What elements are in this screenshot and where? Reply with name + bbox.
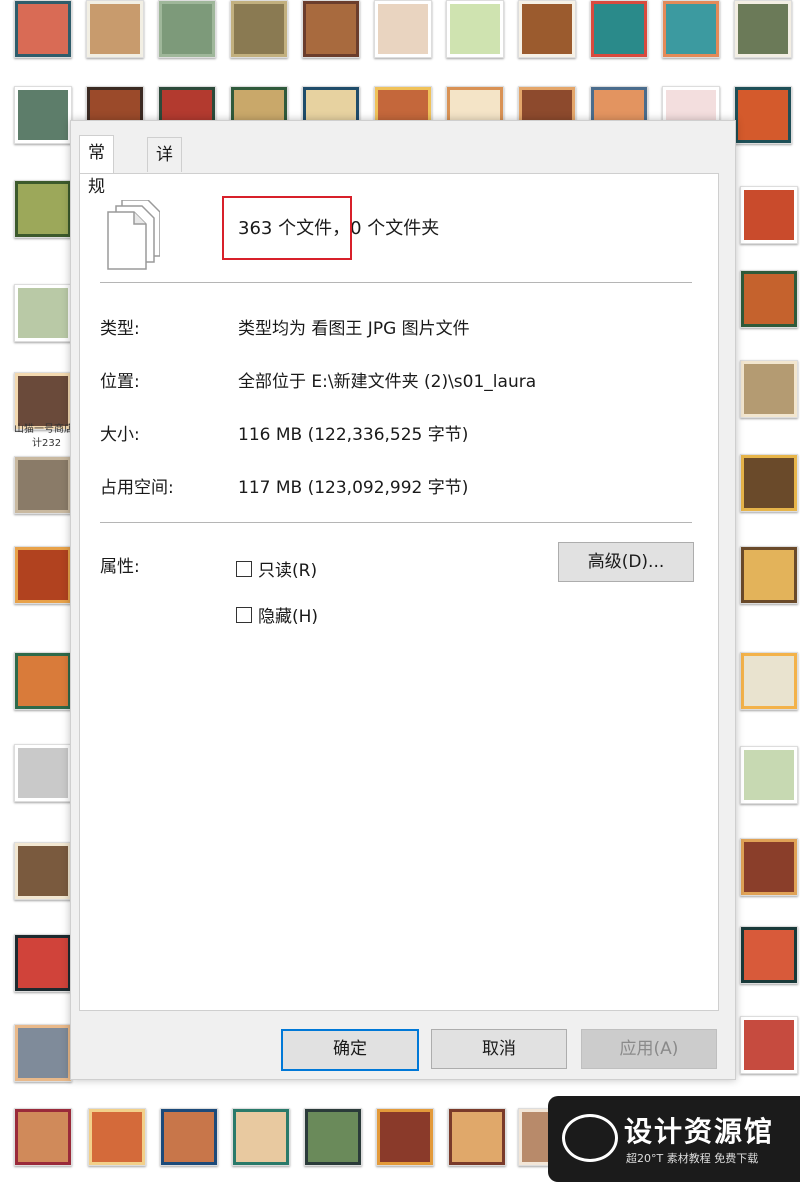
tab-general[interactable]: 常规	[79, 135, 114, 197]
size-on-disk-value: 117 MB (123,092,992 字节)	[238, 478, 469, 498]
cancel-button[interactable]: 取消	[431, 1029, 567, 1069]
image-thumbnail[interactable]	[14, 842, 72, 900]
image-thumbnail[interactable]	[374, 0, 432, 58]
watermark-title: 设计资源馆	[624, 1115, 775, 1148]
image-thumbnail[interactable]	[740, 1016, 798, 1074]
image-thumbnail[interactable]	[158, 0, 216, 58]
image-thumbnail[interactable]	[304, 1108, 362, 1166]
attributes-label: 属性:	[100, 557, 140, 577]
image-thumbnail[interactable]	[14, 180, 72, 238]
folder-count: 0 个文件夹	[350, 218, 440, 239]
checkbox-box[interactable]	[236, 606, 252, 623]
hidden-checkbox[interactable]: 隐藏(H)	[236, 602, 318, 627]
hidden-label: 隐藏(H)	[258, 607, 319, 627]
image-thumbnail[interactable]	[740, 186, 798, 244]
image-thumbnail[interactable]	[740, 360, 798, 418]
image-thumbnail[interactable]	[662, 0, 720, 58]
watermark-subtitle: 超20°T 素材教程 免费下载	[626, 1152, 759, 1165]
type-value: 类型均为 看图王 JPG 图片文件	[238, 319, 470, 339]
checkbox-box[interactable]	[236, 560, 252, 577]
image-thumbnail[interactable]	[14, 456, 72, 514]
image-thumbnail[interactable]	[446, 0, 504, 58]
image-thumbnail[interactable]	[734, 0, 792, 58]
image-thumbnail[interactable]	[230, 0, 288, 58]
image-thumbnail[interactable]	[14, 546, 72, 604]
image-thumbnail[interactable]	[740, 926, 798, 984]
image-thumbnail[interactable]	[86, 0, 144, 58]
image-thumbnail[interactable]	[740, 652, 798, 710]
apply-button[interactable]: 应用(A)	[581, 1029, 717, 1069]
watermark-logo: 设计资源馆 超20°T 素材教程 免费下载	[548, 1096, 800, 1182]
image-thumbnail[interactable]	[376, 1108, 434, 1166]
ok-button[interactable]: 确定	[281, 1029, 419, 1071]
file-count: 363 个文件，	[238, 218, 351, 239]
advanced-button[interactable]: 高级(D)...	[558, 542, 694, 582]
image-thumbnail[interactable]	[518, 0, 576, 58]
image-thumbnail[interactable]	[14, 1024, 72, 1082]
properties-dialog: 常规 详细信息 363 个文件，0 个文件夹 类型: 类型均为 看图王 JPG …	[70, 120, 736, 1080]
tab-details[interactable]: 详细信息	[147, 137, 182, 267]
image-thumbnail[interactable]	[14, 1108, 72, 1166]
divider	[100, 522, 692, 523]
image-thumbnail[interactable]	[448, 1108, 506, 1166]
image-thumbnail[interactable]	[740, 838, 798, 896]
image-thumbnail[interactable]	[740, 546, 798, 604]
selection-summary: 363 个文件，0 个文件夹	[238, 214, 439, 240]
image-thumbnail[interactable]	[302, 0, 360, 58]
image-thumbnail[interactable]	[734, 86, 792, 144]
divider	[100, 282, 692, 283]
location-value: 全部位于 E:\新建文件夹 (2)\s01_laura	[238, 372, 537, 392]
general-panel: 363 个文件，0 个文件夹 类型: 类型均为 看图王 JPG 图片文件 位置:…	[79, 173, 719, 1011]
readonly-checkbox[interactable]: 只读(R)	[236, 556, 317, 581]
image-thumbnail[interactable]	[160, 1108, 218, 1166]
image-thumbnail[interactable]	[14, 86, 72, 144]
size-value: 116 MB (122,336,525 字节)	[238, 425, 469, 445]
image-thumbnail[interactable]	[232, 1108, 290, 1166]
image-thumbnail[interactable]	[14, 372, 72, 430]
image-thumbnail[interactable]	[740, 454, 798, 512]
chat-bubble-icon	[562, 1114, 618, 1162]
image-thumbnail[interactable]	[590, 0, 648, 58]
size-on-disk-label: 占用空间:	[100, 478, 174, 498]
image-thumbnail[interactable]	[14, 652, 72, 710]
image-thumbnail[interactable]	[14, 0, 72, 58]
readonly-label: 只读(R)	[258, 561, 318, 581]
size-label: 大小:	[100, 425, 140, 445]
image-thumbnail[interactable]	[14, 744, 72, 802]
image-thumbnail[interactable]	[14, 934, 72, 992]
image-thumbnail[interactable]	[14, 284, 72, 342]
multiple-files-icon	[107, 200, 160, 270]
type-label: 类型:	[100, 319, 140, 339]
image-thumbnail[interactable]	[88, 1108, 146, 1166]
location-label: 位置:	[100, 372, 140, 392]
image-thumbnail[interactable]	[740, 270, 798, 328]
image-thumbnail[interactable]	[740, 746, 798, 804]
